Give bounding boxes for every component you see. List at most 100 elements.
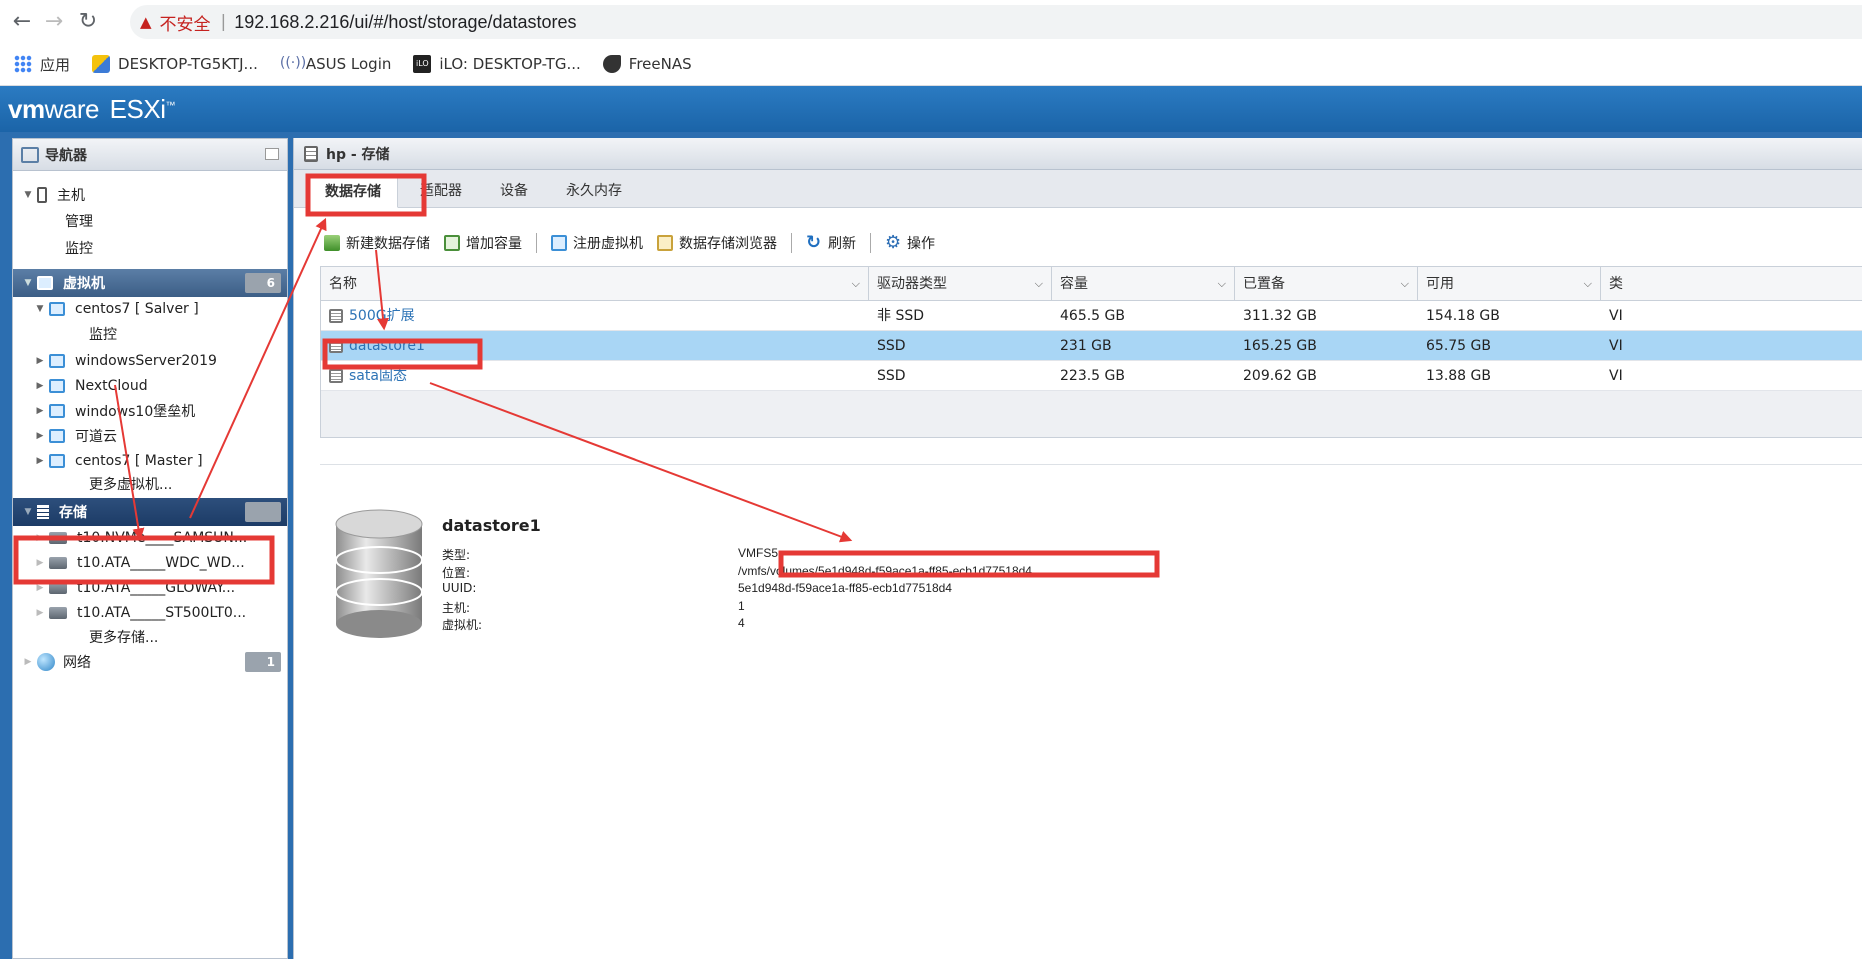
warning-triangle-icon[interactable]: ▲ (140, 13, 152, 31)
page-title: hp - 存储 (326, 146, 390, 163)
sort-chevron-icon[interactable]: ⌵ (1584, 267, 1592, 301)
datastore-name[interactable]: datastore1 (349, 331, 425, 361)
nav-vm-item[interactable]: ▼ centos7 [ Salver ] (13, 295, 287, 323)
datastore-name[interactable]: sata固态 (349, 361, 407, 391)
forward-button[interactable]: → (40, 8, 68, 36)
bookmark-freenas[interactable]: FreeNAS (602, 55, 692, 73)
collapsed-triangle-icon[interactable]: ▶ (23, 657, 33, 667)
nav-storage[interactable]: ▼ 存储 (13, 498, 287, 526)
url-separator: | (220, 12, 227, 32)
expanded-triangle-icon[interactable]: ▼ (35, 304, 45, 314)
sort-chevron-icon[interactable]: ⌵ (852, 267, 860, 301)
reload-button[interactable]: ↻ (74, 8, 102, 36)
tab-datastores[interactable]: 数据存储 (308, 176, 398, 208)
column-header-provisioned[interactable]: 已置备 ⌵ (1235, 267, 1418, 301)
cell-type: VI (1609, 308, 1623, 324)
nav-vm-item[interactable]: ▶ 可道云 (13, 422, 287, 450)
expanded-triangle-icon[interactable]: ▼ (23, 190, 33, 200)
cell-capacity: 465.5 GB (1060, 308, 1125, 324)
nav-vm-monitor[interactable]: 监控 (13, 320, 287, 348)
collapsed-triangle-icon[interactable]: ▶ (35, 456, 45, 466)
sort-chevron-icon[interactable]: ⌵ (1401, 267, 1409, 301)
datastore-browser-button[interactable]: 数据存储浏览器 (657, 233, 777, 253)
collapsed-triangle-icon[interactable]: ▶ (35, 406, 45, 416)
sort-chevron-icon[interactable]: ⌵ (1218, 267, 1226, 301)
column-header-drive-type[interactable]: 驱动器类型 ⌵ (869, 267, 1052, 301)
nav-vm-item[interactable]: ▶ windows10堡垒机 (13, 397, 287, 425)
tab-persistent-memory[interactable]: 永久内存 (544, 176, 644, 208)
security-status[interactable]: 不安全 (160, 10, 211, 35)
table-row[interactable]: sata固态 SSD 223.5 GB 209.62 GB 13.88 GB V… (321, 361, 1862, 391)
tab-devices[interactable]: 设备 (484, 176, 544, 208)
toolbar-label: 增加容量 (466, 236, 522, 252)
bookmark-ilo[interactable]: iLO iLO: DESKTOP-TG... (413, 55, 581, 73)
logo-ware: ware (44, 94, 100, 124)
tab-adapters[interactable]: 适配器 (398, 176, 484, 208)
url-text[interactable]: 192.168.2.216/ui/#/host/storage/datastor… (234, 12, 576, 33)
nav-vm-item[interactable]: ▶ windowsServer2019 (13, 347, 287, 375)
nav-vm-label: 可道云 (75, 429, 117, 445)
sort-chevron-icon[interactable]: ⌵ (1035, 267, 1043, 301)
nav-host-monitor[interactable]: 监控 (13, 234, 287, 262)
expanded-triangle-icon[interactable]: ▼ (23, 278, 33, 288)
collapsed-triangle-icon[interactable]: ▶ (35, 558, 45, 568)
refresh-button[interactable]: ↻ 刷新 (806, 233, 856, 253)
nav-storage-label: 存储 (59, 505, 87, 521)
bookmark-apps[interactable]: 应用 (14, 54, 70, 75)
column-header-type[interactable]: 类 (1601, 267, 1862, 301)
cell-name[interactable]: 500G扩展 (321, 301, 869, 331)
cell-name[interactable]: datastore1 (321, 331, 869, 361)
nav-storage-item[interactable]: ▶ t10.ATA_____WDC_WD... (13, 549, 287, 577)
collapsed-triangle-icon[interactable]: ▶ (35, 381, 45, 391)
cell-name[interactable]: sata固态 (321, 361, 869, 391)
column-header-name[interactable]: 名称 ⌵ (321, 267, 869, 301)
logo-vm: vm (8, 94, 45, 124)
collapse-icon[interactable] (265, 148, 279, 160)
collapsed-triangle-icon[interactable]: ▶ (35, 431, 45, 441)
nav-host[interactable]: ▼ 主机 (13, 181, 287, 209)
nav-vm-monitor-label: 监控 (89, 327, 117, 343)
toolbar-divider (870, 233, 871, 253)
nav-vm-item[interactable]: ▶ NextCloud (13, 372, 287, 400)
nav-vms[interactable]: ▼ 虚拟机 6 (13, 269, 287, 297)
column-header-capacity[interactable]: 容量 ⌵ (1052, 267, 1235, 301)
table-row[interactable]: 500G扩展 非 SSD 465.5 GB 311.32 GB 154.18 G… (321, 301, 1862, 331)
increase-capacity-button[interactable]: 增加容量 (444, 233, 522, 253)
detail-value-location[interactable]: /vmfs/volumes/5e1d948d-f59ace1a-ff85-ecb… (738, 564, 1032, 578)
nav-more-vms[interactable]: 更多虚拟机... (13, 470, 287, 498)
datastore-name[interactable]: 500G扩展 (349, 301, 415, 331)
datastore-icon (329, 309, 343, 323)
actions-button[interactable]: ⚙ 操作 (885, 233, 935, 253)
vm-icon (49, 302, 65, 316)
nav-host-manage[interactable]: 管理 (13, 207, 287, 235)
collapsed-triangle-icon[interactable]: ▶ (35, 583, 45, 593)
nav-network[interactable]: ▶ 网络 1 (13, 648, 287, 676)
back-button[interactable]: ← (8, 8, 36, 36)
refresh-icon: ↻ (806, 232, 822, 253)
collapsed-triangle-icon[interactable]: ▶ (35, 533, 45, 543)
nav-storage-item[interactable]: ▶ t10.ATA_____GLOWAY... (13, 574, 287, 602)
new-datastore-button[interactable]: 新建数据存储 (324, 233, 430, 253)
new-datastore-icon (324, 235, 340, 251)
navigator-icon (21, 146, 39, 163)
column-header-free[interactable]: 可用 ⌵ (1418, 267, 1601, 301)
detail-value-uuid: 5e1d948d-f59ace1a-ff85-ecb1d77518d4 (738, 581, 952, 595)
expanded-triangle-icon[interactable]: ▼ (23, 507, 33, 517)
detail-key: 位置: (442, 566, 471, 580)
collapsed-triangle-icon[interactable]: ▶ (35, 608, 45, 618)
bookmark-desktop[interactable]: DESKTOP-TG5KTJ... (92, 55, 258, 73)
nav-more-storage[interactable]: 更多存储... (13, 623, 287, 651)
bookmark-asus[interactable]: ((·)) ASUS Login (280, 55, 392, 73)
storage-icon (304, 145, 318, 162)
collapsed-triangle-icon[interactable]: ▶ (35, 356, 45, 366)
cell-provisioned: 165.25 GB (1243, 338, 1317, 354)
address-bar[interactable]: ▲ 不安全 | 192.168.2.216/ui/#/host/storage/… (130, 5, 1862, 39)
cell-provisioned: 209.62 GB (1243, 368, 1317, 384)
detail-key: 虚拟机: (442, 618, 483, 632)
register-vm-button[interactable]: 注册虚拟机 (551, 233, 643, 253)
detail-key: 主机: (442, 601, 471, 615)
nav-storage-item[interactable]: ▶ t10.NVMe____SAMSUN... (13, 524, 287, 552)
table-row-selected[interactable]: datastore1 SSD 231 GB 165.25 GB 65.75 GB… (321, 331, 1862, 361)
disk-icon (49, 607, 67, 619)
logo-tm: ™ (165, 100, 175, 112)
